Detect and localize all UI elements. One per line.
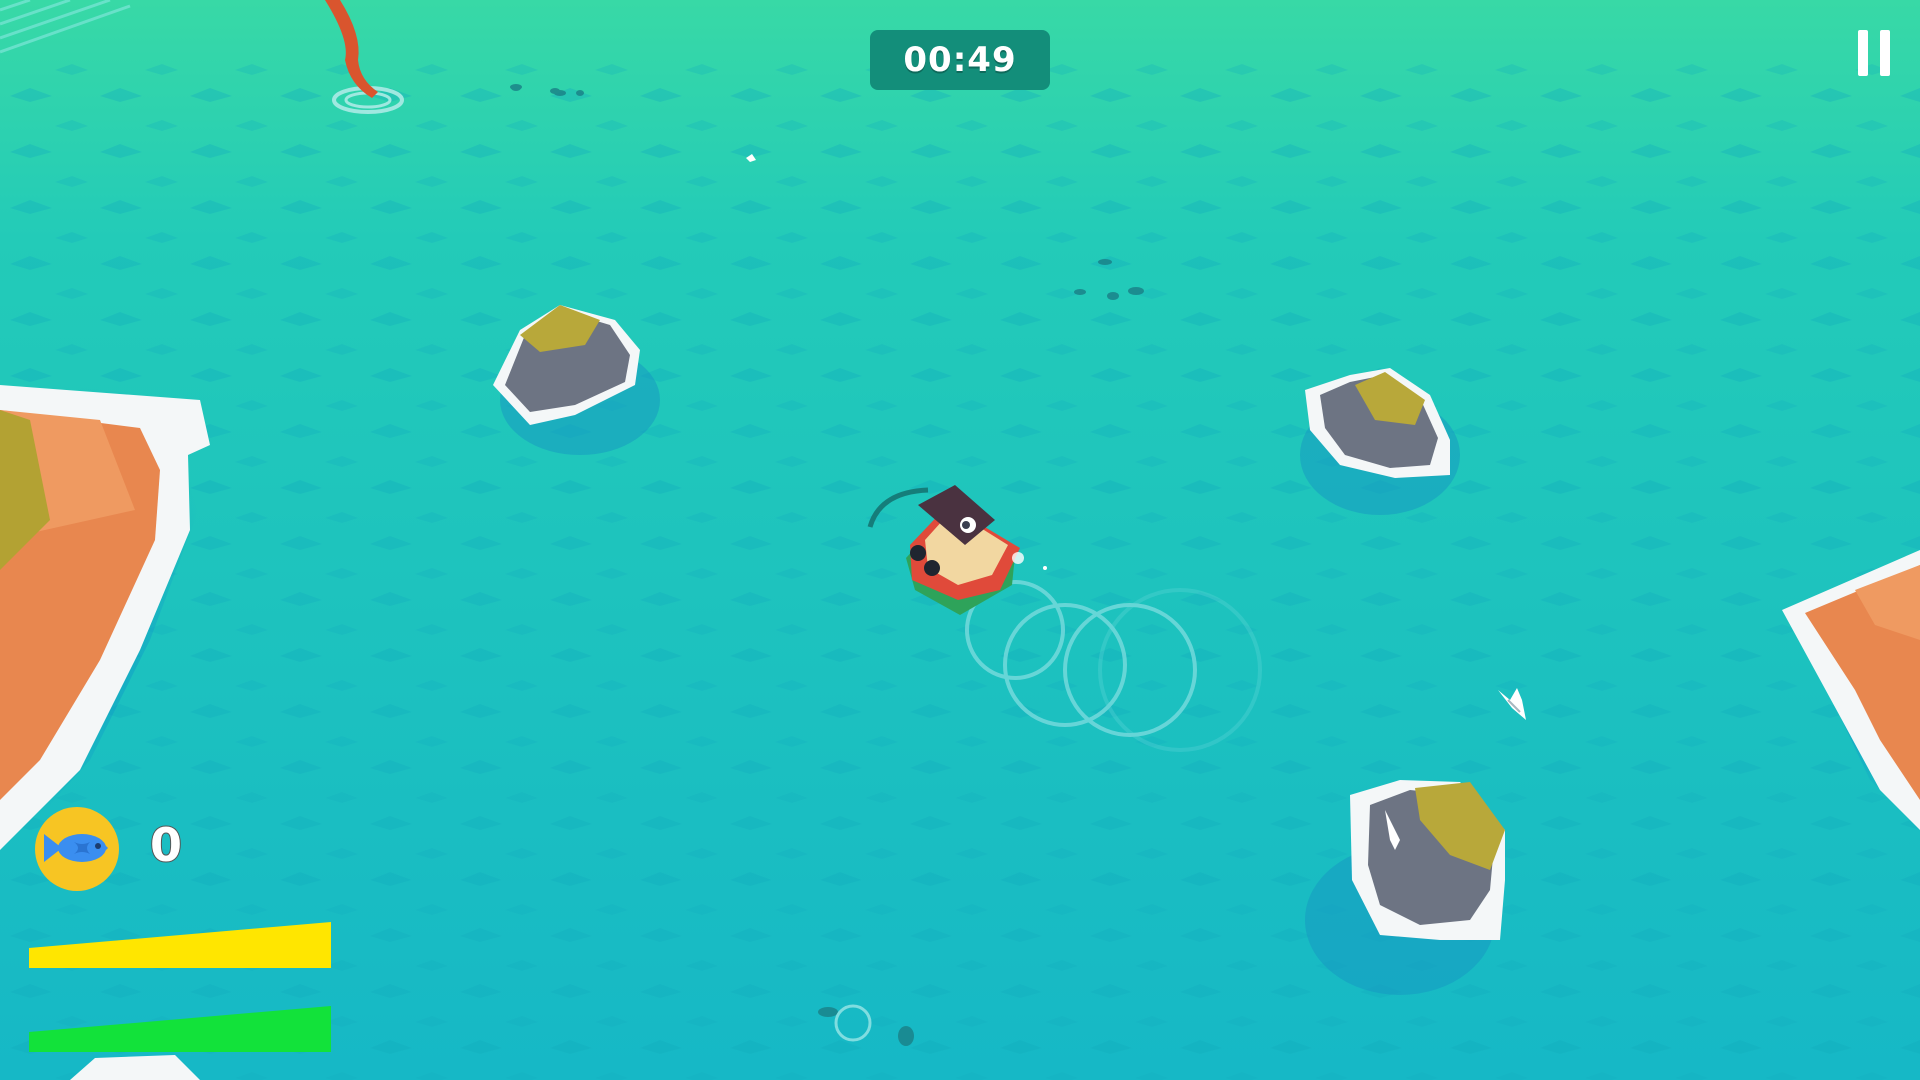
fish-icon bbox=[35, 807, 119, 891]
pause-button[interactable] bbox=[1856, 30, 1892, 76]
meter-yellow-fill bbox=[29, 922, 331, 968]
game-viewport[interactable]: 00:49 0 bbox=[0, 0, 1920, 1080]
fish-counter: 0 bbox=[34, 806, 234, 891]
meter-green-fill bbox=[29, 1006, 331, 1052]
ocean-scene bbox=[0, 0, 1920, 1080]
countdown-timer: 00:49 bbox=[870, 30, 1050, 90]
meter-green bbox=[29, 1006, 331, 1052]
fish-count: 0 bbox=[149, 817, 183, 873]
meter-yellow bbox=[29, 922, 331, 968]
